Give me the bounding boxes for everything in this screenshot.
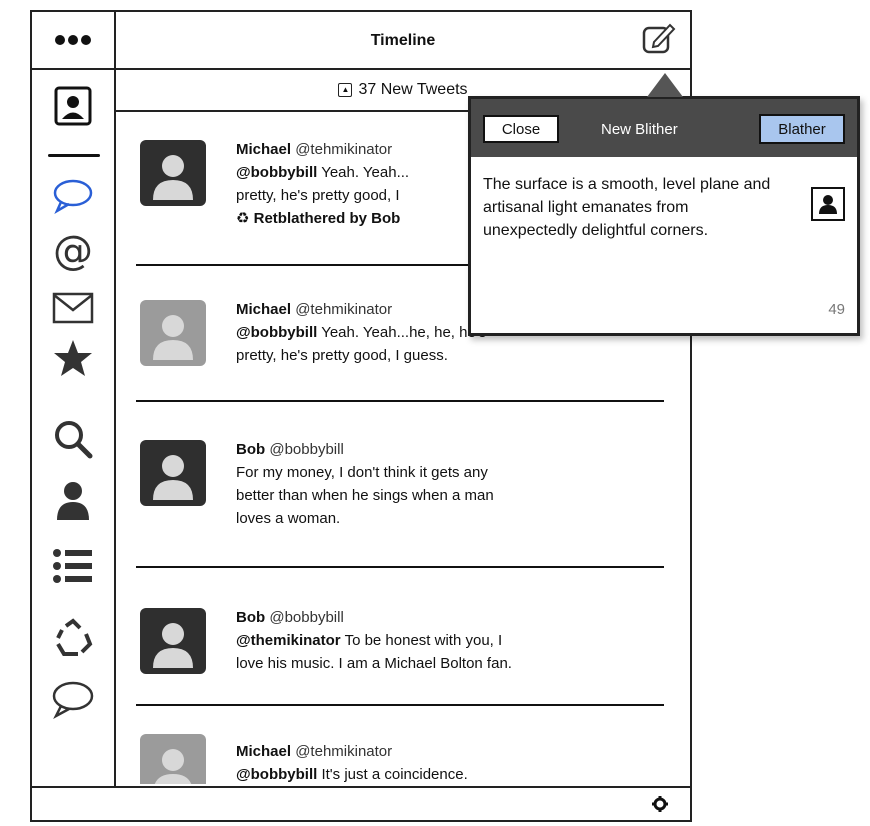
tweet-text: pretty, he's pretty good, I guess. <box>236 347 448 364</box>
retweet-label: Retblathered by Bob <box>253 210 401 227</box>
blather-button[interactable]: Blather <box>759 114 845 144</box>
user-icon[interactable] <box>32 478 114 522</box>
tweet-handle[interactable]: @tehmikinator <box>295 301 392 318</box>
popover-header: Close New Blither Blather <box>471 99 857 157</box>
popover-caret <box>647 73 683 97</box>
tweet-handle[interactable]: @tehmikinator <box>295 141 392 158</box>
speech-bubble-icon[interactable] <box>32 178 114 214</box>
tweet-handle[interactable]: @bobbybill <box>269 441 343 458</box>
avatar <box>811 187 845 221</box>
tweet-text: loves a woman. <box>236 510 341 527</box>
page-title: Timeline <box>370 32 436 49</box>
char-count: 49 <box>828 301 845 318</box>
tweet-text: To be honest with you, I <box>344 632 503 649</box>
popover-title: New Blither <box>601 121 678 138</box>
tweet-mention[interactable]: @themikinator <box>236 632 341 649</box>
tweet-handle[interactable]: @bobbybill <box>269 609 343 626</box>
star-icon[interactable] <box>32 338 114 378</box>
tweet-text: better than when he sings when a man <box>236 487 494 504</box>
comment-icon[interactable] <box>32 680 114 720</box>
close-button[interactable]: Close <box>483 115 559 143</box>
tweet-text: love his music. I am a Michael Bolton fa… <box>236 655 512 672</box>
profile-icon[interactable] <box>32 86 114 126</box>
new-tweets-label: 37 New Tweets <box>358 81 468 98</box>
svg-text:@: @ <box>53 228 93 272</box>
retweet-icon: ♻ <box>236 210 250 227</box>
tweet-author[interactable]: Michael <box>236 301 291 318</box>
avatar <box>140 300 206 366</box>
tweet-text: Yeah. Yeah...he, he, he's <box>321 324 487 341</box>
tweet-mention[interactable]: @bobbybill <box>236 324 317 341</box>
search-icon[interactable] <box>32 418 114 460</box>
tweet-author[interactable]: Michael <box>236 743 291 760</box>
gear-icon[interactable] <box>652 796 668 817</box>
tweet-divider <box>136 704 664 706</box>
avatar <box>140 140 206 206</box>
tweet-text: It's just a coincidence. <box>321 766 468 783</box>
up-arrow-icon: ▲ <box>338 83 353 97</box>
at-icon[interactable]: @ <box>32 228 114 272</box>
compose-textarea[interactable]: The surface is a smooth, level plane and… <box>483 173 783 242</box>
compose-icon[interactable] <box>642 22 676 54</box>
sidebar: @ <box>32 12 116 786</box>
avatar <box>140 440 206 506</box>
tweet-author[interactable]: Michael <box>236 141 291 158</box>
timeline-header: Timeline <box>116 12 690 70</box>
tweet-handle[interactable]: @tehmikinator <box>295 743 392 760</box>
menu-dots-icon[interactable] <box>32 12 114 70</box>
sidebar-divider <box>48 154 100 157</box>
tweet-mention[interactable]: @bobbybill <box>236 164 317 181</box>
tweet-author[interactable]: Bob <box>236 609 265 626</box>
tweet-text: For my money, I don't think it gets any <box>236 464 488 481</box>
footer-bar <box>32 786 690 820</box>
avatar <box>140 734 206 784</box>
list-icon[interactable] <box>32 548 114 584</box>
tweet-divider <box>136 400 664 402</box>
tweet-text: Yeah. Yeah... <box>321 164 410 181</box>
tweet-mention[interactable]: @bobbybill <box>236 766 317 783</box>
compose-popover: Close New Blither Blather The surface is… <box>468 73 860 336</box>
recycle-icon[interactable] <box>32 618 114 658</box>
tweet-item[interactable]: Michael @tehmikinator @bobbybill It's ju… <box>116 724 690 784</box>
avatar <box>140 608 206 674</box>
mail-icon[interactable] <box>32 292 114 324</box>
tweet-author[interactable]: Bob <box>236 441 265 458</box>
tweet-divider <box>136 566 664 568</box>
